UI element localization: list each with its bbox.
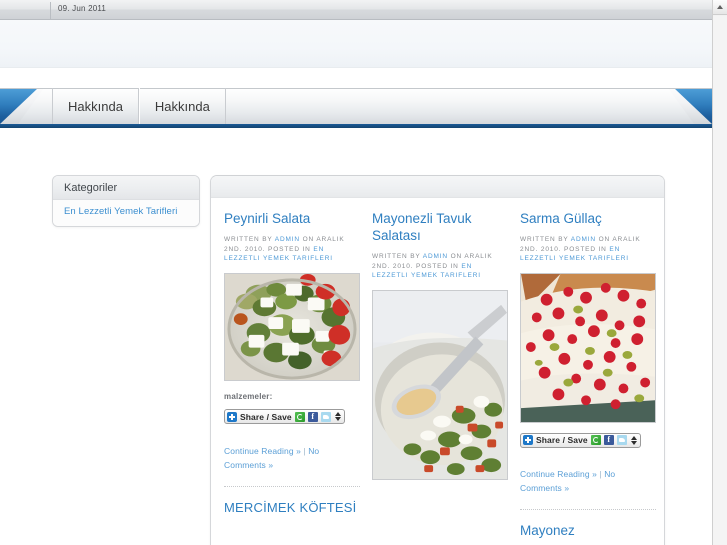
twitter-icon[interactable]	[320, 411, 331, 422]
sidebar-category-link[interactable]: En Lezzetli Yemek Tarifleri	[64, 206, 188, 217]
nav-item-hakkinda-2[interactable]: Hakkında	[138, 88, 226, 124]
nav-item-list: Hakkında Hakkında	[52, 88, 226, 124]
post-author-link[interactable]: admin	[423, 253, 448, 260]
post-divider	[224, 485, 360, 487]
post-title-peynirli-salata[interactable]: Peynirli Salata	[224, 210, 360, 227]
site-header-spacer	[0, 69, 712, 89]
ingredients-label: malzemeler:	[224, 391, 273, 401]
sharethis-icon[interactable]	[590, 435, 601, 445]
up-down-arrows-icon[interactable]	[334, 411, 341, 422]
post-meta-prefix: Written by	[372, 253, 423, 260]
scrollbar-up-button[interactable]	[713, 0, 727, 15]
triangle-up-icon	[717, 5, 723, 9]
post-title-sarma-gullac[interactable]: Sarma Güllaç	[520, 210, 656, 227]
share-save-label: Share / Save	[536, 435, 588, 445]
panel-header-bar	[211, 176, 664, 198]
post-author-link[interactable]: admin	[275, 236, 300, 243]
sidebar-widget-categories: Kategoriler En Lezzetli Yemek Tarifleri	[52, 175, 200, 227]
main-navigation: Hakkında Hakkında	[0, 88, 712, 128]
post-column-3: Sarma Güllaç Written by admin on Aralık …	[515, 198, 661, 545]
continue-reading-link[interactable]: Continue Reading »	[520, 469, 597, 479]
post-title-mayonezli-tavuk-salatasi[interactable]: Mayonezli Tavuk Salatası	[372, 210, 508, 244]
post-meta-prefix: Written by	[520, 236, 571, 243]
post-meta: Written by admin on Aralık 2nd. 2010. Po…	[224, 235, 360, 264]
sidebar-widget-body: En Lezzetli Yemek Tarifleri	[53, 200, 199, 226]
post-title-mayonez[interactable]: Mayonez	[520, 522, 656, 539]
browser-tab-strip: 09. Jun 2011	[0, 0, 712, 20]
plus-icon	[523, 435, 533, 445]
post-author-link[interactable]: admin	[571, 236, 596, 243]
tab-separator	[50, 2, 51, 19]
post-title-mercimek-koftesi[interactable]: MERCİMEK KÖFTESİ	[224, 499, 360, 516]
browser-window: 09. Jun 2011 Hakkında Hakkında Kategoril…	[0, 0, 727, 545]
sidebar: Kategoriler En Lezzetli Yemek Tarifleri	[52, 175, 200, 227]
post-thumbnail-mayonezli-tavuk-salatasi[interactable]	[372, 289, 508, 480]
post-divider	[520, 509, 656, 510]
post-meta: Written by admin on Aralık 2nd. 2010. Po…	[520, 235, 656, 264]
page-content: Kategoriler En Lezzetli Yemek Tarifleri …	[0, 132, 712, 545]
post-footer-links: Continue Reading » | No Comments »	[520, 467, 656, 495]
vertical-scrollbar[interactable]	[712, 0, 727, 545]
main-content-panel: Peynirli Salata Written by admin on Aral…	[210, 175, 665, 545]
plus-icon	[227, 411, 237, 422]
post-column-1: Peynirli Salata Written by admin on Aral…	[219, 198, 365, 545]
post-meta-prefix: Written by	[224, 236, 275, 243]
post-footer-links: Continue Reading » | No Comments »	[224, 444, 360, 472]
share-save-widget-3[interactable]: Share / Save f	[520, 432, 641, 448]
facebook-icon[interactable]: f	[307, 411, 318, 422]
nav-item-hakkinda-1[interactable]: Hakkında	[52, 88, 139, 124]
share-save-label: Share / Save	[240, 411, 292, 422]
share-save-widget-1[interactable]: Share / Save f	[224, 409, 345, 424]
nav-bottom-shadow	[0, 124, 712, 128]
post-thumbnail-peynirli-salata[interactable]	[224, 272, 360, 381]
twitter-icon[interactable]	[616, 435, 627, 445]
site-header-banner	[0, 20, 712, 68]
web-page: Hakkında Hakkında Kategoriler En Lezzetl…	[0, 20, 712, 545]
sidebar-widget-title: Kategoriler	[53, 176, 199, 200]
post-columns: Peynirli Salata Written by admin on Aral…	[211, 198, 664, 545]
scrollbar-track[interactable]	[713, 16, 727, 545]
post-column-2: Mayonezli Tavuk Salatası Written by admi…	[367, 198, 513, 545]
post-thumbnail-sarma-gullac[interactable]	[520, 272, 656, 423]
continue-reading-link[interactable]: Continue Reading »	[224, 446, 301, 456]
nav-item-label: Hakkında	[154, 98, 210, 114]
up-down-arrows-icon[interactable]	[630, 435, 637, 446]
facebook-icon[interactable]: f	[603, 435, 614, 445]
post-meta: Written by admin on Aralık 2nd. 2010. Po…	[372, 252, 508, 281]
tab-date-label: 09. Jun 2011	[58, 4, 107, 13]
nav-item-label: Hakkında	[68, 98, 123, 114]
sharethis-icon[interactable]	[294, 411, 305, 422]
